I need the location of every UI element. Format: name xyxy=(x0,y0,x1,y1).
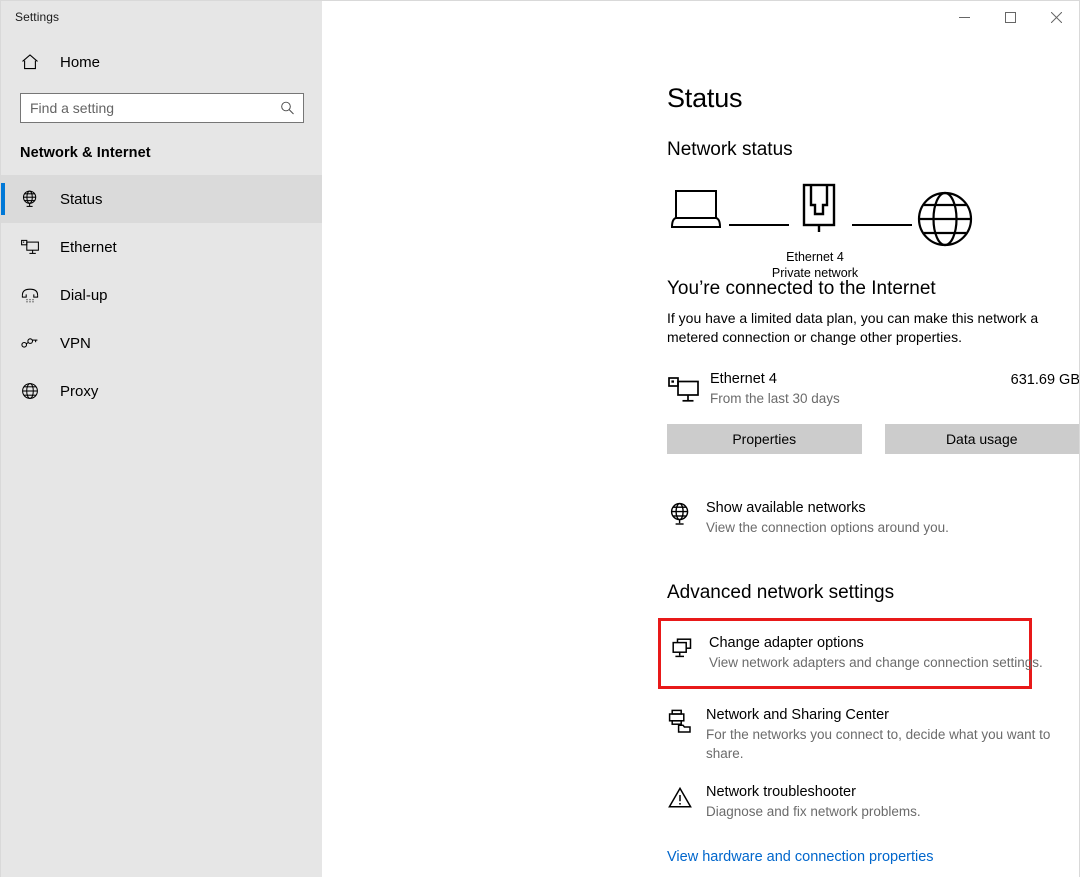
change-adapter-options-highlight: Change adapter options View network adap… xyxy=(658,618,1043,689)
sidebar-nav-list: Status Ethernet Dial-up VPN Proxy xyxy=(1,175,322,415)
sidebar-item-vpn-label: VPN xyxy=(60,334,91,352)
show-available-networks-item[interactable]: Show available networks View the connect… xyxy=(667,499,1079,537)
show-available-networks-title: Show available networks xyxy=(706,500,866,516)
sidebar-item-status-label: Status xyxy=(60,190,103,208)
minimize-icon xyxy=(958,16,970,18)
search-box[interactable] xyxy=(20,93,304,123)
page-title: Status xyxy=(667,83,743,113)
diagram-link-adapter-internet xyxy=(852,224,912,226)
connection-status-description: If you have a limited data plan, you can… xyxy=(667,310,1039,345)
diagram-adapter-name: Ethernet 4 xyxy=(786,250,844,264)
home-icon xyxy=(22,54,38,70)
change-adapter-options-item[interactable]: Change adapter options View network adap… xyxy=(670,634,1079,672)
sidebar-item-vpn-dialup-label: Dial-up xyxy=(60,286,108,304)
vpn-key-icon xyxy=(21,338,38,348)
ethernet-port-icon xyxy=(802,183,836,232)
view-hardware-properties-link[interactable]: View hardware and connection properties xyxy=(667,849,934,865)
data-usage-button[interactable]: Data usage xyxy=(884,424,1079,454)
adapter-monitors-icon xyxy=(672,638,692,658)
data-usage-text: Ethernet 4 From the last 30 days xyxy=(710,370,1011,408)
data-usage-period: From the last 30 days xyxy=(710,391,840,406)
data-usage-amount: 631.69 GB xyxy=(1010,372,1079,388)
globe-icon xyxy=(917,191,973,247)
change-adapter-options-text: Change adapter options View network adap… xyxy=(709,634,1043,672)
change-adapter-options-title: Change adapter options xyxy=(709,635,864,651)
title-bar-drag-area[interactable] xyxy=(322,1,941,33)
network-sharing-center-subtitle: For the networks you connect to, decide … xyxy=(706,727,1051,761)
title-bar: Settings xyxy=(1,1,1079,33)
network-sharing-center-text: Network and Sharing Center For the netwo… xyxy=(706,706,1079,763)
main-content-inner: Status Network status Ethernet 4 Private… xyxy=(658,33,1079,877)
network-sharing-center-title: Network and Sharing Center xyxy=(706,707,889,723)
window-title: Settings xyxy=(15,10,60,24)
data-usage-summary: Ethernet 4 From the last 30 days 631.69 … xyxy=(667,370,1079,408)
sidebar-section-header: Network & Internet xyxy=(20,145,151,161)
sidebar-item-home-label: Home xyxy=(60,53,101,71)
search-input[interactable] xyxy=(21,94,303,122)
caption-button-group xyxy=(941,1,1079,33)
title-bar-left: Settings xyxy=(1,1,322,33)
show-available-networks-text: Show available networks View the connect… xyxy=(706,499,949,537)
change-adapter-options-subtitle: View network adapters and change connect… xyxy=(709,655,1043,670)
sharing-center-icon xyxy=(668,709,691,733)
network-diagram: Ethernet 4 Private network xyxy=(667,181,997,280)
diagram-network-type: Private network xyxy=(771,266,859,280)
maximize-button[interactable] xyxy=(987,1,1033,33)
sidebar-item-status[interactable]: Status xyxy=(1,175,322,223)
main-content: Status Network status Ethernet 4 Private… xyxy=(322,33,1079,877)
sidebar: Home Network & Internet xyxy=(1,33,322,877)
globe-monitor-icon xyxy=(670,502,689,525)
warning-triangle-icon xyxy=(668,786,692,808)
network-sharing-center-item[interactable]: Network and Sharing Center For the netwo… xyxy=(667,706,1079,763)
dialup-phone-icon xyxy=(21,288,39,303)
network-troubleshooter-item[interactable]: Network troubleshooter Diagnose and fix … xyxy=(667,783,1079,821)
data-usage-adapter-name: Ethernet 4 xyxy=(710,371,777,387)
diagram-link-device-adapter xyxy=(729,224,789,226)
sidebar-item-proxy[interactable]: Proxy xyxy=(1,367,322,415)
sidebar-item-proxy-label: Proxy xyxy=(60,382,99,400)
search-icon[interactable] xyxy=(280,101,295,116)
sidebar-item-dial-up[interactable]: Dial-up xyxy=(1,271,322,319)
diagram-caption: Ethernet 4 Private network xyxy=(667,249,963,281)
sidebar-item-ethernet-label: Ethernet xyxy=(60,238,117,256)
settings-window: Settings Home Find a setting Network & I… xyxy=(0,0,1080,877)
laptop-icon xyxy=(670,190,722,228)
action-button-row: Properties Data usage xyxy=(667,424,1079,454)
advanced-network-settings-header: Advanced network settings xyxy=(667,582,895,603)
network-troubleshooter-text: Network troubleshooter Diagnose and fix … xyxy=(706,783,921,821)
globe-icon xyxy=(22,383,38,399)
properties-button[interactable]: Properties xyxy=(667,424,862,454)
sidebar-item-vpn[interactable]: VPN xyxy=(1,319,322,367)
ethernet-icon xyxy=(21,239,39,254)
network-troubleshooter-subtitle: Diagnose and fix network problems. xyxy=(706,804,921,819)
sidebar-item-home[interactable]: Home xyxy=(1,42,322,82)
sidebar-item-ethernet[interactable]: Ethernet xyxy=(1,223,322,271)
ethernet-icon xyxy=(668,377,699,402)
network-troubleshooter-title: Network troubleshooter xyxy=(706,784,856,800)
maximize-icon xyxy=(1004,11,1016,23)
window-body: Home Network & Internet xyxy=(1,33,1079,877)
minimize-button[interactable] xyxy=(941,1,987,33)
show-available-networks-subtitle: View the connection options around you. xyxy=(706,520,949,535)
close-button[interactable] xyxy=(1033,1,1079,33)
close-icon xyxy=(1050,11,1062,23)
network-status-header: Network status xyxy=(667,139,793,160)
globe-monitor-icon xyxy=(22,190,37,207)
